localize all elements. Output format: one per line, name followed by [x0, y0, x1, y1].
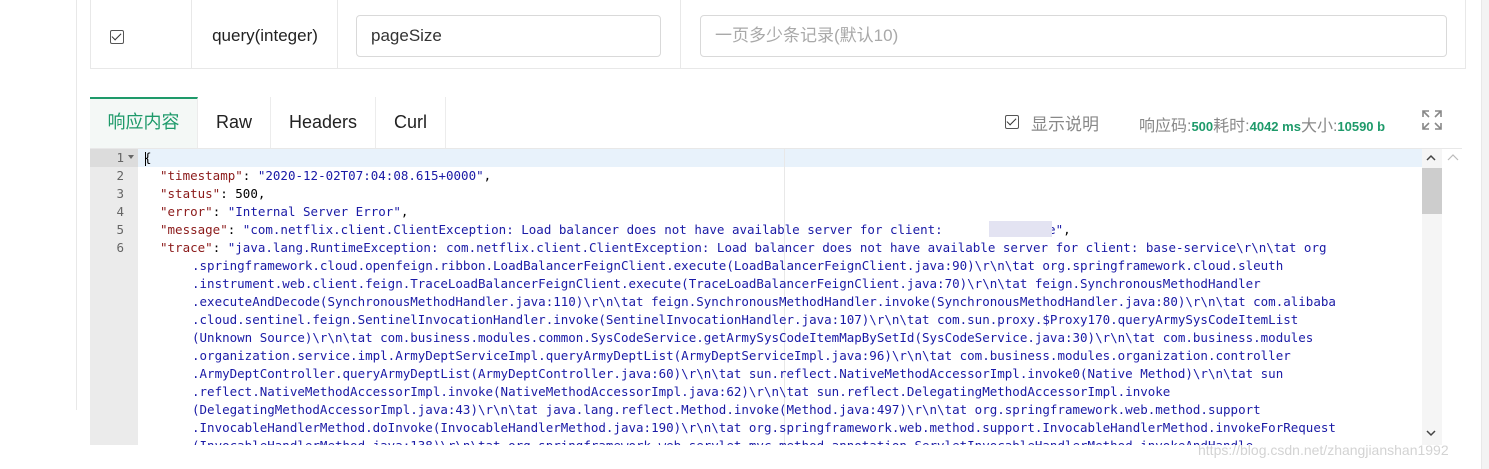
- json-key: "error": [160, 204, 213, 219]
- left-divider: [76, 0, 77, 410]
- code-line-trace-wrap: .springframework.cloud.openfeign.ribbon.…: [192, 258, 1284, 273]
- line-number: 5: [116, 222, 124, 237]
- text-cursor: [145, 152, 146, 166]
- show-explain-label: 显示说明: [1031, 115, 1099, 134]
- code-line-trace-wrap: .executeAndDecode(SynchronousMethodHandl…: [192, 294, 1336, 309]
- scrollbar-thumb[interactable]: [1422, 168, 1442, 214]
- scroll-down-icon[interactable]: [1426, 428, 1436, 438]
- fullscreen-icon[interactable]: [1421, 109, 1443, 131]
- redacted-region: [989, 221, 1052, 237]
- param-description-input[interactable]: 一页多少条记录(默认10): [700, 15, 1447, 57]
- param-description-cell: 一页多少条记录(默认10): [681, 0, 1466, 68]
- line-number: 2: [116, 168, 124, 183]
- code-line-trace-wrap: .cloud.sentinel.feign.SentinelInvocation…: [192, 312, 1299, 327]
- json-number-value: 500: [235, 186, 258, 201]
- code-line-trace: "trace": "java.lang.RuntimeException: co…: [160, 240, 1327, 255]
- outer-scroll-up-icon[interactable]: [1447, 153, 1459, 163]
- response-code-editor[interactable]: 1 2 3 4 5 6 { "timestamp": "2020-12-02T0…: [90, 149, 1442, 445]
- json-string-value: "2020-12-02T07:04:08.615+0000": [257, 168, 484, 183]
- scroll-up-icon[interactable]: [1426, 153, 1436, 163]
- code-line-trace-wrap: (DelegatingMethodAccessorImpl.java:43)\r…: [192, 402, 1261, 417]
- json-string-value: "com.netflix.client.ClientException: Loa…: [242, 222, 1064, 237]
- response-size-value: 10590 b: [1337, 119, 1386, 134]
- tab-response-content[interactable]: 响应内容: [90, 97, 198, 148]
- code-line-message: "message": "com.netflix.client.ClientExc…: [160, 222, 1071, 237]
- json-string-value: "java.lang.RuntimeException: com.netflix…: [227, 240, 1327, 255]
- elapsed-time-value: 4042 ms: [1249, 119, 1301, 134]
- tab-raw[interactable]: Raw: [198, 97, 271, 148]
- code-line-error: "error": "Internal Server Error",: [160, 204, 409, 219]
- right-edge-panel: [1482, 0, 1489, 469]
- right-divider: [1481, 0, 1482, 469]
- fold-arrow-icon[interactable]: [128, 155, 134, 159]
- code-line-trace-wrap: .InvocableHandlerMethod.doInvoke(Invocab…: [192, 420, 1336, 435]
- json-key: "trace": [160, 240, 213, 255]
- status-code-value: 500: [1191, 119, 1214, 134]
- parameter-row: query(integer) pageSize 一页多少条记录(默认10): [90, 0, 1466, 69]
- line-number: 4: [116, 204, 124, 219]
- tab-headers[interactable]: Headers: [271, 97, 376, 148]
- elapsed-time-label: 耗时:: [1213, 118, 1250, 135]
- status-code-label: 响应码:: [1139, 118, 1192, 135]
- code-line-trace-wrap: (Unknown Source)\r\n\tat com.business.mo…: [192, 330, 1314, 345]
- line-number: 3: [116, 186, 124, 201]
- response-status: 响应码:500耗时:4042 ms大小:10590 b: [1139, 112, 1385, 136]
- code-content: { "timestamp": "2020-12-02T07:04:08.615+…: [138, 149, 1442, 445]
- response-size-label: 大小:: [1300, 118, 1338, 135]
- show-explain-checkbox[interactable]: [1005, 115, 1019, 129]
- param-type: query(integer): [212, 26, 318, 45]
- param-enable-checkbox[interactable]: [110, 30, 124, 44]
- active-line-highlight: [138, 149, 1442, 167]
- param-enable-cell: [91, 0, 192, 68]
- code-line-timestamp: "timestamp": "2020-12-02T07:04:08.615+00…: [160, 168, 492, 183]
- tab-curl[interactable]: Curl: [376, 97, 446, 148]
- code-line-trace-wrap: (InvocableHandlerMethod.java:138)\r\n\ta…: [192, 437, 1253, 445]
- json-key: "message": [160, 222, 228, 237]
- param-name-cell: pageSize: [338, 0, 681, 68]
- code-line-trace-wrap: .reflect.NativeMethodAccessorImpl.invoke…: [192, 384, 1171, 399]
- line-number-gutter: 1 2 3 4 5 6: [90, 149, 138, 445]
- json-string-value: "Internal Server Error": [227, 204, 401, 219]
- param-type-cell: query(integer): [192, 0, 338, 68]
- code-line-trace-wrap: .instrument.web.client.feign.TraceLoadBa…: [192, 276, 1261, 291]
- json-key: "timestamp": [160, 168, 243, 183]
- code-line-status: "status": 500,: [160, 186, 266, 201]
- line-number: 1: [116, 150, 124, 165]
- line-number: 6: [116, 240, 124, 255]
- json-key: "status": [160, 186, 221, 201]
- param-name-input[interactable]: pageSize: [356, 15, 661, 57]
- code-line-trace-wrap: .ArmyDeptController.queryArmyDeptList(Ar…: [192, 366, 1284, 381]
- code-line-trace-wrap: .organization.service.impl.ArmyDeptServi…: [192, 348, 1291, 363]
- watermark: https://blog.csdn.net/zhangjianshan1992: [1198, 442, 1449, 458]
- response-tabs-bar: 响应内容 Raw Headers Curl 显示说明 响应码:500耗时:404…: [90, 97, 1462, 149]
